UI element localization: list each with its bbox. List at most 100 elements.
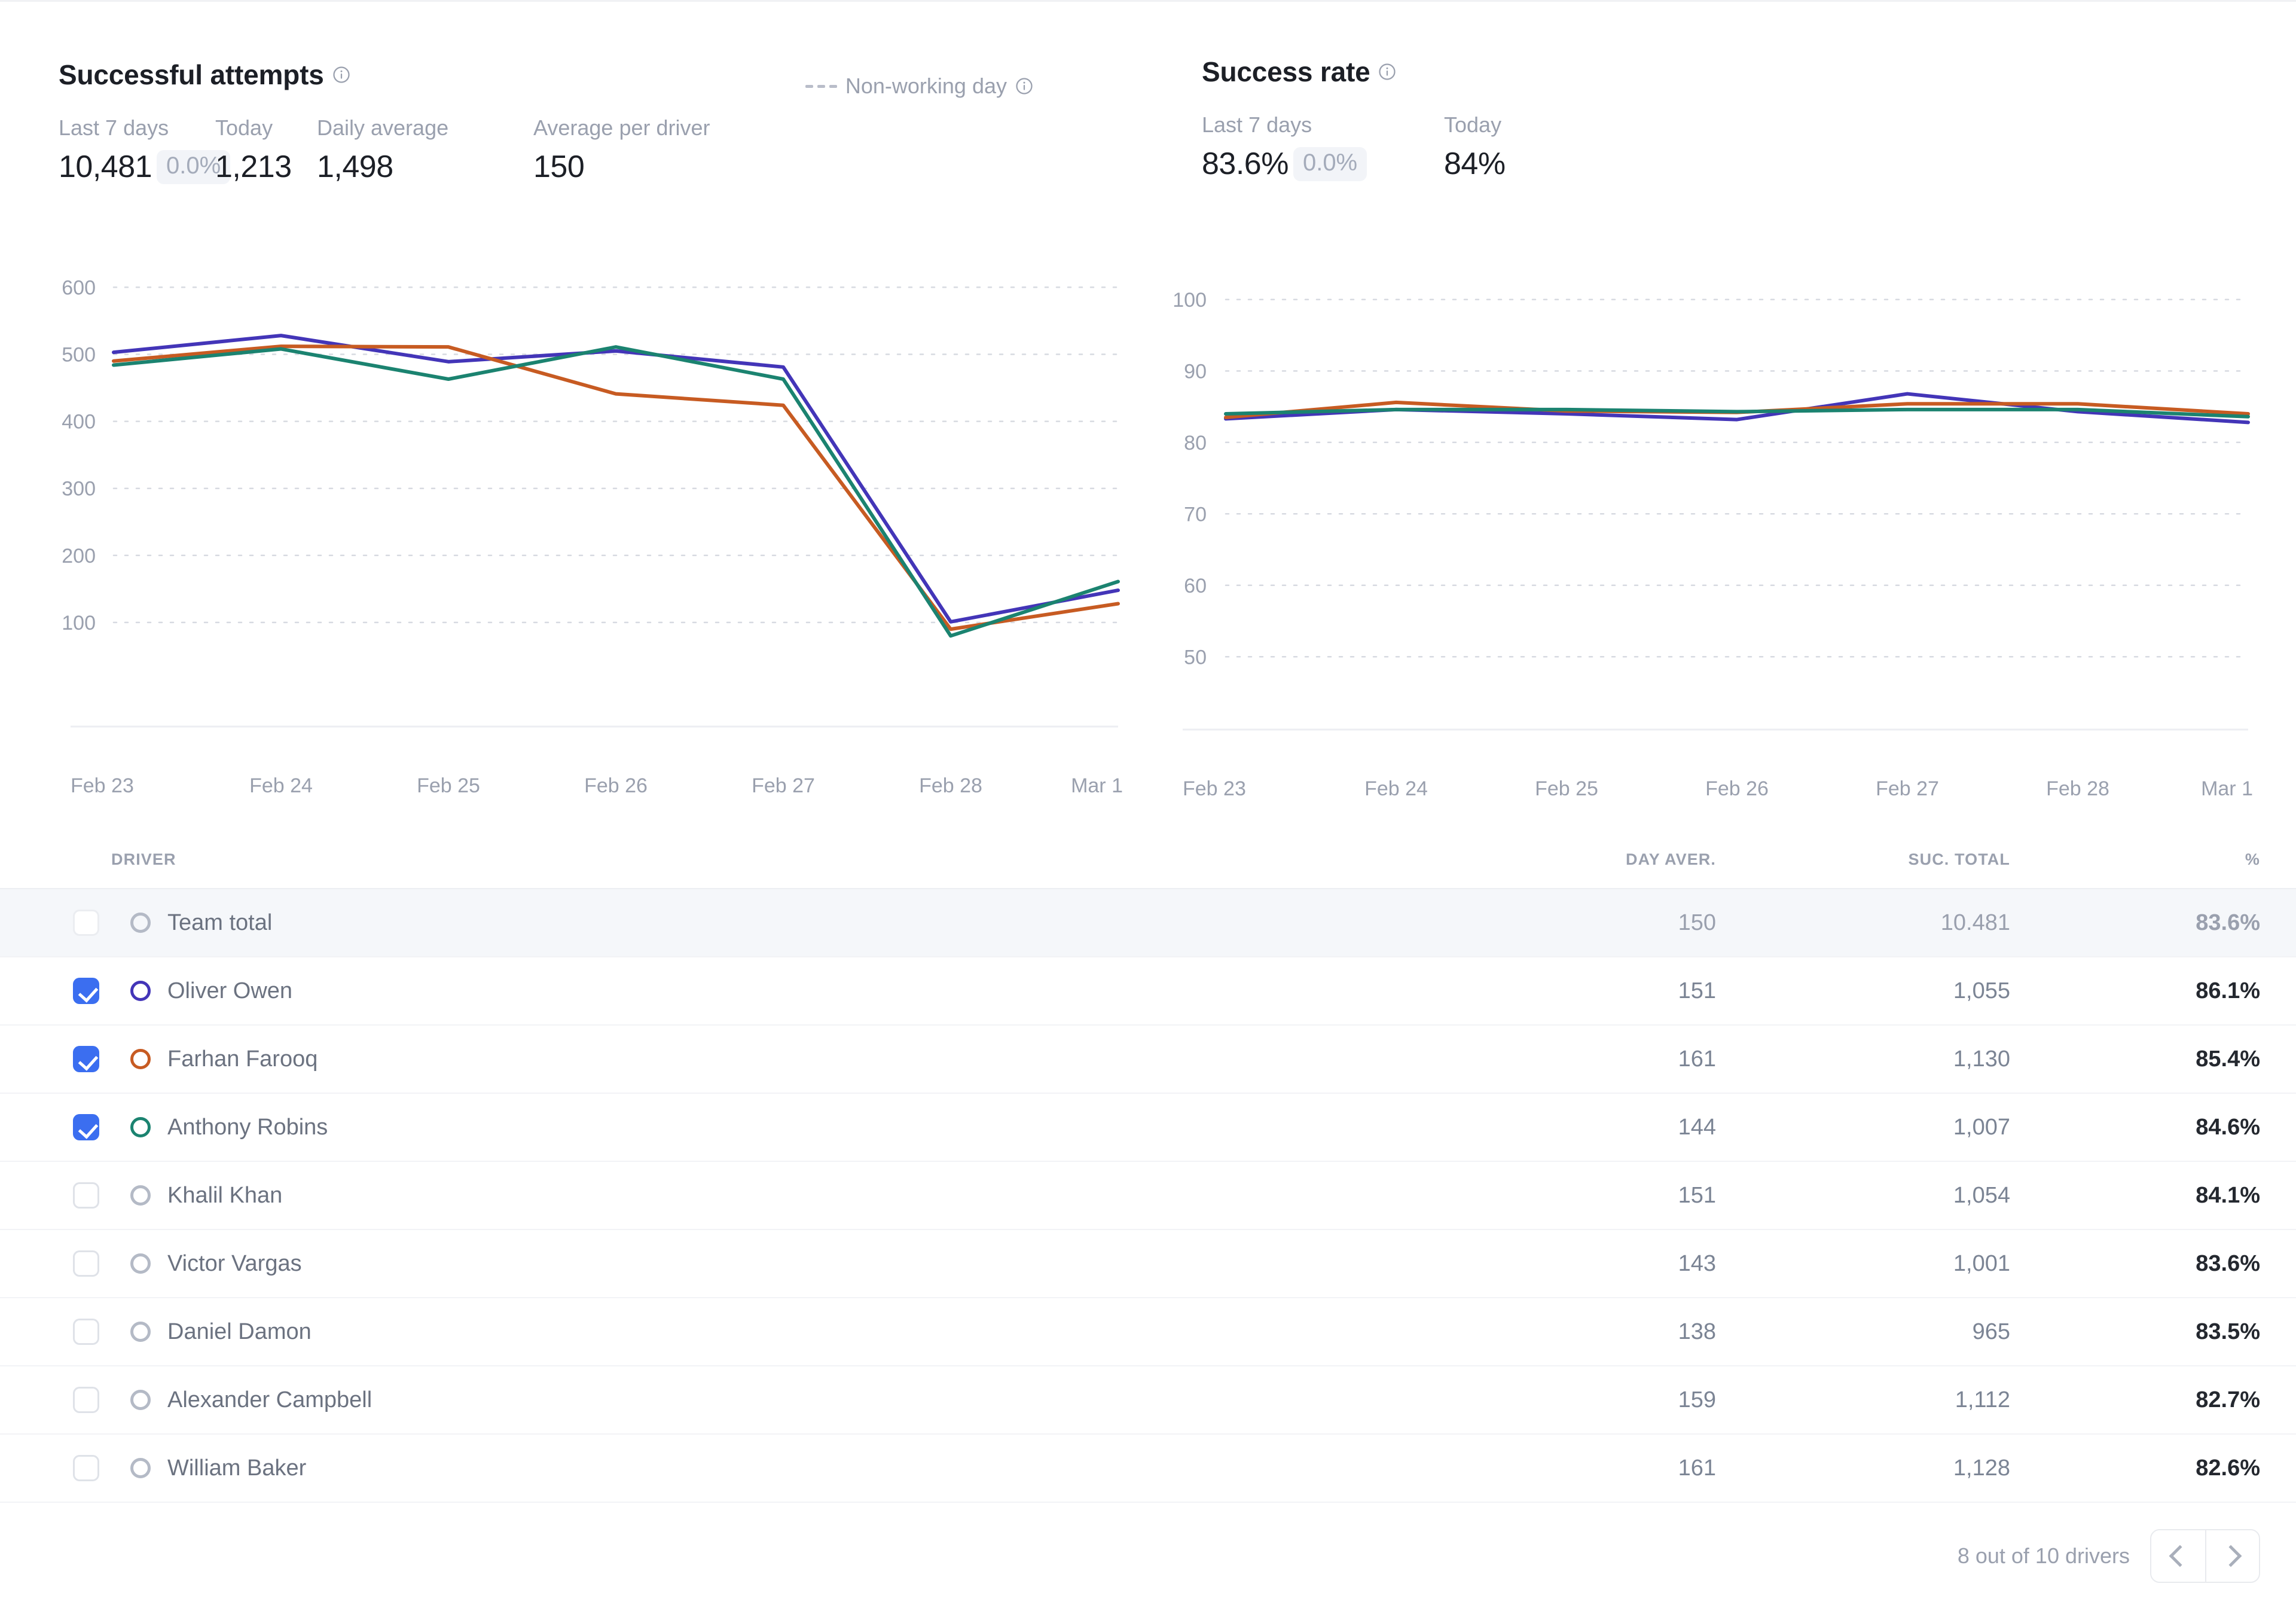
percent-cell: 83.6% [2063, 1229, 2296, 1298]
chevron-left-icon [2169, 1545, 2191, 1567]
table-row[interactable]: Alexander Campbell 159 1,112 82.7% [0, 1366, 2296, 1435]
driver-name: William Baker [167, 1455, 307, 1481]
driver-cell-content: Victor Vargas [0, 1250, 1507, 1277]
svg-text:70: 70 [1184, 503, 1207, 526]
pagination [2150, 1529, 2260, 1583]
day-average-cell: 151 [1507, 957, 1782, 1026]
charts-region: Successful attempts Non-working day Last… [0, 2, 2296, 809]
driver-cell-content: Anthony Robins [0, 1114, 1507, 1140]
driver-name: Team total [167, 910, 273, 935]
series-color-marker-icon [130, 981, 151, 1001]
svg-text:100: 100 [62, 612, 96, 634]
series-color-marker-icon [130, 1117, 151, 1137]
column-header-suc-total[interactable]: SUC. TOTAL [1782, 837, 2063, 889]
column-header-driver[interactable]: DRIVER [0, 837, 1507, 889]
percent-cell: 83.5% [2063, 1298, 2296, 1366]
driver-name: Daniel Damon [167, 1319, 312, 1344]
svg-text:Feb 27: Feb 27 [752, 774, 815, 797]
svg-text:300: 300 [62, 478, 96, 501]
table-row[interactable]: Anthony Robins 144 1,007 84.6% [0, 1093, 2296, 1162]
svg-text:Feb 25: Feb 25 [1535, 777, 1598, 800]
success-total-cell: 1,130 [1782, 1025, 2063, 1094]
table-footer: 8 out of 10 drivers [0, 1503, 2296, 1583]
percent-cell: 84.1% [2063, 1161, 2296, 1230]
table-row[interactable]: Victor Vargas 143 1,001 83.6% [0, 1229, 2296, 1298]
series-color-marker-icon [130, 1390, 151, 1410]
percent-cell: 82.6% [2063, 1434, 2296, 1503]
driver-cell-content: Daniel Damon [0, 1319, 1507, 1345]
row-checkbox[interactable] [73, 978, 99, 1004]
table-body: Team total 150 10.481 83.6% Oliver Owen 151 1,… [0, 889, 2296, 1503]
success-rate-panel: Success rate Last 7 days 83.6% 0.0% Toda… [1148, 2, 2296, 809]
svg-text:80: 80 [1184, 432, 1207, 454]
driver-cell: William Baker [0, 1434, 1507, 1503]
svg-text:Feb 23: Feb 23 [1183, 777, 1246, 800]
column-header-percent[interactable]: % [2063, 837, 2296, 889]
table-row[interactable]: Khalil Khan 151 1,054 84.1% [0, 1161, 2296, 1230]
svg-text:500: 500 [62, 344, 96, 367]
table-row[interactable]: Daniel Damon 138 965 83.5% [0, 1298, 2296, 1366]
svg-text:200: 200 [62, 545, 96, 568]
day-average-cell: 161 [1507, 1434, 1782, 1503]
driver-name: Oliver Owen [167, 978, 293, 1003]
row-checkbox[interactable] [73, 1182, 99, 1209]
previous-page-button[interactable] [2151, 1530, 2205, 1582]
driver-cell-content: William Baker [0, 1455, 1507, 1481]
percent-cell: 86.1% [2063, 957, 2296, 1026]
svg-text:600: 600 [62, 276, 96, 299]
svg-text:90: 90 [1184, 360, 1207, 383]
svg-text:400: 400 [62, 411, 96, 434]
drivers-count-label: 8 out of 10 drivers [1957, 1543, 2130, 1568]
table-row[interactable]: Oliver Owen 151 1,055 86.1% [0, 957, 2296, 1026]
driver-cell-content: Oliver Owen [0, 978, 1507, 1004]
driver-cell: Victor Vargas [0, 1229, 1507, 1298]
day-average-cell: 151 [1507, 1161, 1782, 1230]
svg-text:Feb 26: Feb 26 [1705, 777, 1769, 800]
driver-cell-content: Khalil Khan [0, 1182, 1507, 1209]
row-checkbox[interactable] [73, 1250, 99, 1277]
svg-text:Mar 1: Mar 1 [2201, 777, 2253, 800]
row-checkbox[interactable] [73, 1455, 99, 1481]
column-header-day-aver[interactable]: DAY AVER. [1507, 837, 1782, 889]
success-total-cell: 1,055 [1782, 957, 2063, 1026]
driver-name: Anthony Robins [167, 1114, 328, 1140]
driver-name: Alexander Campbell [167, 1387, 373, 1412]
series-color-marker-icon [130, 1458, 151, 1478]
driver-cell: Oliver Owen [0, 957, 1507, 1026]
series-color-marker-icon [130, 1322, 151, 1342]
success-total-cell: 10.481 [1782, 889, 2063, 957]
svg-text:Feb 26: Feb 26 [584, 774, 648, 797]
next-page-button[interactable] [2205, 1530, 2259, 1582]
table-row[interactable]: Team total 150 10.481 83.6% [0, 889, 2296, 957]
success-total-cell: 1,007 [1782, 1093, 2063, 1162]
percent-cell: 83.6% [2063, 889, 2296, 957]
success-total-cell: 965 [1782, 1298, 2063, 1366]
row-checkbox[interactable] [73, 1387, 99, 1413]
drivers-table-area: DRIVER DAY AVER. SUC. TOTAL % Team total… [0, 837, 2296, 1583]
svg-text:Feb 28: Feb 28 [919, 774, 982, 797]
driver-name: Farhan Farooq [167, 1046, 318, 1072]
driver-cell-content: Team total [0, 910, 1507, 936]
percent-cell: 85.4% [2063, 1025, 2296, 1094]
day-average-cell: 143 [1507, 1229, 1782, 1298]
row-checkbox[interactable] [73, 1319, 99, 1345]
driver-cell: Team total [0, 889, 1507, 957]
table-row[interactable]: Farhan Farooq 161 1,130 85.4% [0, 1025, 2296, 1094]
table-row[interactable]: William Baker 161 1,128 82.6% [0, 1434, 2296, 1503]
chevron-right-icon [2219, 1545, 2242, 1567]
row-checkbox[interactable] [73, 1114, 99, 1140]
svg-text:100: 100 [1173, 289, 1207, 312]
series-color-marker-icon [130, 1185, 151, 1206]
percent-cell: 84.6% [2063, 1093, 2296, 1162]
svg-text:Feb 24: Feb 24 [1364, 777, 1428, 800]
svg-text:50: 50 [1184, 646, 1207, 669]
driver-cell-content: Alexander Campbell [0, 1387, 1507, 1413]
drivers-table: DRIVER DAY AVER. SUC. TOTAL % Team total… [0, 837, 2296, 1503]
row-checkbox[interactable] [73, 1046, 99, 1072]
success-total-cell: 1,128 [1782, 1434, 2063, 1503]
table-header-row: DRIVER DAY AVER. SUC. TOTAL % [0, 837, 2296, 889]
driver-cell-content: Farhan Farooq [0, 1046, 1507, 1072]
svg-text:Feb 23: Feb 23 [71, 774, 134, 797]
row-checkbox[interactable] [73, 910, 99, 936]
svg-text:Mar 1: Mar 1 [1071, 774, 1123, 797]
